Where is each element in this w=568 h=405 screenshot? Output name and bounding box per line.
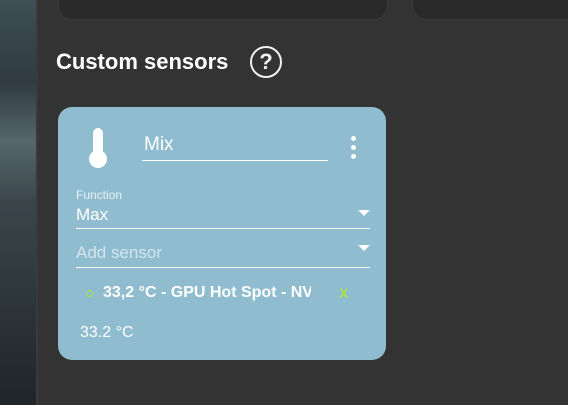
function-label: Function <box>76 188 123 202</box>
help-icon[interactable]: ? <box>250 46 282 78</box>
add-sensor-select[interactable]: Add sensor <box>76 237 370 268</box>
list-item: 33,2 °C - GPU Hot Spot - NVIDIA X <box>86 282 362 306</box>
sensor-name-input[interactable] <box>142 131 328 161</box>
thermometer-icon <box>89 128 107 168</box>
sensor-card-partial <box>58 0 388 20</box>
function-select[interactable]: Max <box>76 202 370 229</box>
more-vertical-icon[interactable] <box>348 136 358 162</box>
status-dot-icon <box>86 290 93 297</box>
chevron-down-icon <box>358 210 370 216</box>
chevron-down-icon <box>358 245 370 251</box>
sensor-card-partial <box>412 0 568 20</box>
background-strip <box>0 0 38 405</box>
section-title: Custom sensors <box>56 49 229 74</box>
main-panel: Custom sensors ? Function Max Add sensor… <box>38 0 568 405</box>
result-value: 33.2 °C <box>80 324 134 341</box>
function-value: Max <box>76 205 109 224</box>
add-sensor-placeholder: Add sensor <box>76 243 162 262</box>
remove-sensor-button[interactable]: X <box>339 285 348 301</box>
sensor-reading: 33,2 °C - GPU Hot Spot - NVIDIA <box>103 284 311 301</box>
custom-sensor-card: Function Max Add sensor 33,2 °C - GPU Ho… <box>58 107 386 360</box>
